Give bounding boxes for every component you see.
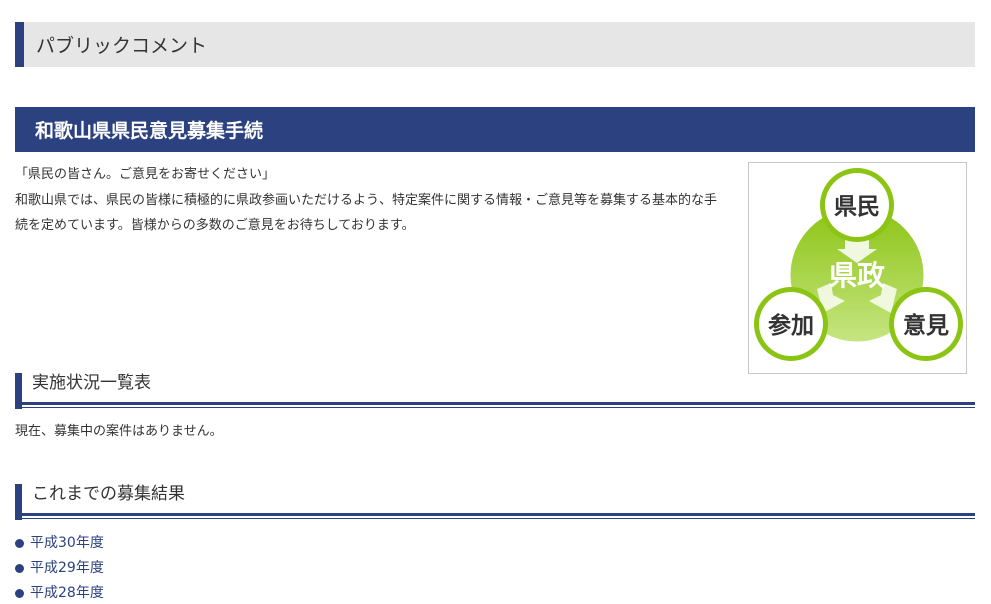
section-results-title: これまでの募集結果 [32, 484, 185, 504]
intro-text: 「県民の皆さん。ご意見をお寄せください」 和歌山県では、県民の皆様に積極的に県政… [15, 162, 735, 239]
logo-left-label: 参加 [768, 312, 814, 339]
intro-line-1: 和歌山県では、県民の皆様に積極的に県政参画いただけるよう、特定案件に関する情報・… [15, 192, 718, 208]
bullet-icon [15, 588, 24, 598]
kensei-logo-graphic: 県政 県民 参加 意見 [754, 168, 963, 361]
section-status-title: 実施状況一覧表 [32, 373, 151, 393]
results-list: 平成30年度 平成29年度 平成28年度 [15, 529, 104, 604]
section-status-heading: 実施状況一覧表 [15, 373, 975, 411]
section-banner: 和歌山県県民意見募集手続 [15, 107, 975, 152]
logo-top-label: 県民 [834, 194, 880, 220]
result-link-h29[interactable]: 平成29年度 [30, 557, 104, 577]
heading-underline-thin [22, 518, 975, 519]
list-item: 平成29年度 [15, 554, 104, 579]
status-message: 現在、募集中の案件はありません。 [15, 424, 223, 439]
page-header: パブリックコメント [15, 22, 975, 67]
result-link-h30[interactable]: 平成30年度 [30, 532, 104, 552]
banner-title: 和歌山県県民意見募集手続 [35, 120, 264, 142]
heading-underline [15, 402, 975, 405]
result-link-h28[interactable]: 平成28年度 [30, 582, 104, 602]
intro-line-2: 続を定めています。皆様からの多数のご意見をお待ちしております。 [15, 218, 415, 233]
list-item: 平成28年度 [15, 579, 104, 604]
page-title: パブリックコメント [36, 35, 208, 57]
kensei-logo: 県政 県民 参加 意見 [748, 162, 967, 374]
logo-center-label: 県政 [829, 259, 885, 292]
heading-underline-thin [22, 407, 975, 408]
section-results-heading: これまでの募集結果 [15, 484, 975, 522]
bullet-icon [15, 563, 24, 573]
heading-underline [15, 513, 975, 516]
logo-right-label: 意見 [903, 312, 949, 339]
intro-lead: 「県民の皆さん。ご意見をお寄せください」 [15, 167, 276, 182]
bullet-icon [15, 538, 24, 548]
list-item: 平成30年度 [15, 529, 104, 554]
